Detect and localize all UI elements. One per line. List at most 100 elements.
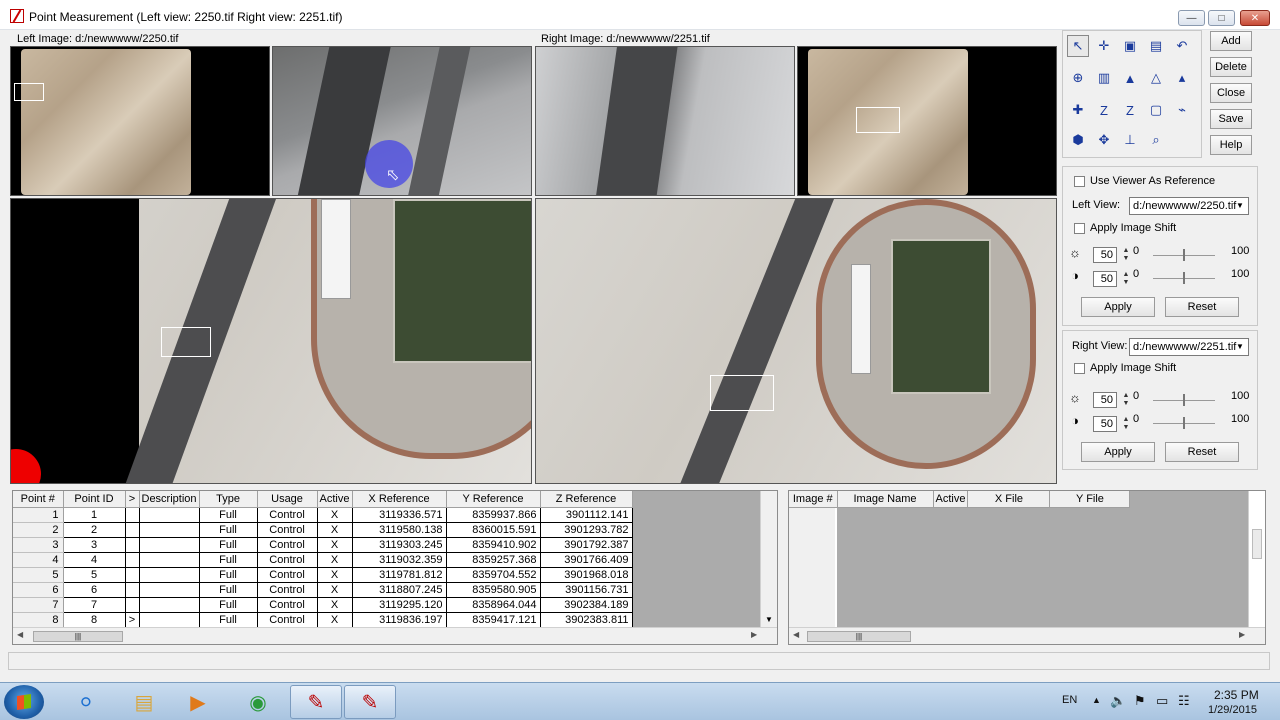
table-cell[interactable]: Control [257, 537, 318, 553]
z-sub-icon[interactable]: Z [1119, 99, 1141, 121]
table-cell[interactable]: 3119580.138 [352, 522, 447, 538]
table-cell[interactable]: 8359410.902 [446, 537, 541, 553]
table-cell[interactable]: 8 [13, 612, 64, 628]
chrome-icon[interactable]: ◉ [232, 685, 284, 719]
link-icon[interactable]: ⌁ [1171, 99, 1193, 121]
table-cell[interactable]: Full [199, 582, 258, 598]
table-row[interactable]: 3 3 Full Control X 3119303.245 8359410.902 3901… [13, 537, 633, 553]
file-explorer-icon[interactable]: ▤ [118, 685, 170, 719]
overview-link-box-right[interactable] [856, 107, 900, 133]
table-cell[interactable]: Full [199, 612, 258, 628]
table-cell[interactable] [125, 582, 140, 598]
table-cell[interactable]: 3902383.811 [540, 612, 633, 628]
right-magnifier-view[interactable] [535, 46, 795, 196]
left-brightness-stepper[interactable]: ▲ ▼ [1121, 247, 1131, 263]
table-cell[interactable]: 2 [13, 522, 64, 538]
left-contrast-slider-thumb[interactable] [1183, 272, 1185, 284]
table-cell[interactable]: 3901766.409 [540, 552, 633, 568]
left-view-select[interactable]: d:/newwwww/2250.tif ▼ [1129, 197, 1249, 215]
measure-point-box-right[interactable] [710, 375, 774, 411]
table-cell[interactable]: 3901968.018 [540, 567, 633, 583]
right-brightness-input[interactable]: 50 [1093, 392, 1117, 408]
box-icon[interactable]: ▤ [1145, 35, 1167, 57]
right-view-select[interactable]: d:/newwwww/2251.tif ▼ [1129, 338, 1249, 356]
zoom-point-icon[interactable]: ⊕ [1067, 67, 1089, 89]
column-header[interactable]: Point # [13, 491, 64, 508]
table-cell[interactable] [139, 507, 200, 523]
table-cell[interactable]: 7 [13, 597, 64, 613]
table-cell[interactable]: Control [257, 612, 318, 628]
table-cell[interactable]: 4 [13, 552, 64, 568]
column-header[interactable]: X File [967, 491, 1051, 508]
table-cell[interactable]: Control [257, 552, 318, 568]
maximize-button[interactable]: □ [1208, 10, 1235, 26]
minimize-button[interactable]: — [1178, 10, 1205, 26]
table-cell[interactable]: X [317, 552, 353, 568]
scroll-right-icon[interactable]: ▶ [1239, 630, 1245, 639]
save-button[interactable]: Save [1210, 109, 1252, 129]
left-brightness-input[interactable]: 50 [1093, 247, 1117, 263]
table-cell[interactable]: Control [257, 567, 318, 583]
table-cell[interactable]: 8359704.552 [446, 567, 541, 583]
table-cell[interactable]: 3901293.782 [540, 522, 633, 538]
left-brightness-slider-thumb[interactable] [1183, 249, 1185, 261]
triangle-edit-icon[interactable]: ▴ [1171, 67, 1193, 89]
title-bar[interactable]: Point Measurement (Left view: 2250.tif R… [0, 0, 1280, 30]
column-header[interactable]: Active [317, 491, 353, 508]
table-cell[interactable] [139, 537, 200, 553]
points-horizontal-scrollbar[interactable]: ◀ ||| ▶ [13, 627, 777, 644]
right-contrast-stepper[interactable]: ▲ ▼ [1121, 416, 1131, 432]
table-cell[interactable]: Full [199, 522, 258, 538]
window-icon[interactable]: ▥ [1093, 67, 1115, 89]
right-apply-image-shift-checkbox[interactable] [1074, 363, 1085, 374]
right-brightness-slider-thumb[interactable] [1183, 394, 1185, 406]
magnify-icon[interactable]: ⌕ [1145, 129, 1167, 151]
network-icon[interactable]: ☷ [1178, 693, 1190, 709]
table-row[interactable]: 8 8 > Full Control X 3119836.197 8359417.121 390… [13, 612, 633, 628]
clock-date[interactable]: 1/29/2015 [1208, 704, 1257, 716]
table-cell[interactable] [125, 567, 140, 583]
table-cell[interactable]: Full [199, 567, 258, 583]
right-contrast-slider-thumb[interactable] [1183, 417, 1185, 429]
delete-button[interactable]: Delete [1210, 57, 1252, 77]
column-header[interactable]: X Reference [352, 491, 447, 508]
table-cell[interactable]: 8359417.121 [446, 612, 541, 628]
table-row[interactable]: 5 5 Full Control X 3119781.812 8359704.552 3901… [13, 567, 633, 583]
table-cell[interactable] [139, 597, 200, 613]
point-measurement-app-icon[interactable]: ✎ [344, 685, 396, 719]
table-cell[interactable]: 2 [63, 522, 126, 538]
use-viewer-reference-checkbox[interactable] [1074, 176, 1085, 187]
table-cell[interactable]: 8358964.044 [446, 597, 541, 613]
table-cell[interactable] [139, 567, 200, 583]
table-cell[interactable]: X [317, 567, 353, 583]
table-cell[interactable] [125, 507, 140, 523]
left-apply-image-shift-checkbox[interactable] [1074, 223, 1085, 234]
scroll-right-icon[interactable]: ▶ [751, 630, 757, 639]
table-cell[interactable]: X [317, 537, 353, 553]
lock-icon[interactable]: ▣ [1119, 35, 1141, 57]
column-header[interactable]: Image Name [837, 491, 934, 508]
table-cell[interactable]: Full [199, 537, 258, 553]
table-cell[interactable]: 3118807.245 [352, 582, 447, 598]
undo-icon[interactable]: ↶ [1171, 35, 1193, 57]
device-icon[interactable]: ▭ [1156, 693, 1168, 709]
table-cell[interactable]: 3902384.189 [540, 597, 633, 613]
move-point-icon[interactable]: ✥ [1093, 129, 1115, 151]
scroll-left-icon[interactable]: ◀ [17, 630, 23, 639]
table-cell[interactable]: 5 [13, 567, 64, 583]
right-contrast-input[interactable]: 50 [1093, 416, 1117, 432]
table-cell[interactable]: 4 [63, 552, 126, 568]
left-reset-button[interactable]: Reset [1165, 297, 1239, 317]
image-scroll-thumb-v[interactable] [1252, 529, 1262, 559]
table-cell[interactable] [125, 597, 140, 613]
table-cell[interactable]: 8359257.368 [446, 552, 541, 568]
table-cell[interactable]: 8 [63, 612, 126, 628]
scroll-left-icon[interactable]: ◀ [793, 630, 799, 639]
column-header[interactable]: Type [199, 491, 258, 508]
table-cell[interactable]: X [317, 597, 353, 613]
right-brightness-stepper[interactable]: ▲ ▼ [1121, 392, 1131, 408]
help-button[interactable]: Help [1210, 135, 1252, 155]
table-cell[interactable]: 3119303.245 [352, 537, 447, 553]
show-hidden-icons-icon[interactable]: ▲ [1092, 695, 1101, 705]
column-header[interactable]: > [125, 491, 140, 508]
